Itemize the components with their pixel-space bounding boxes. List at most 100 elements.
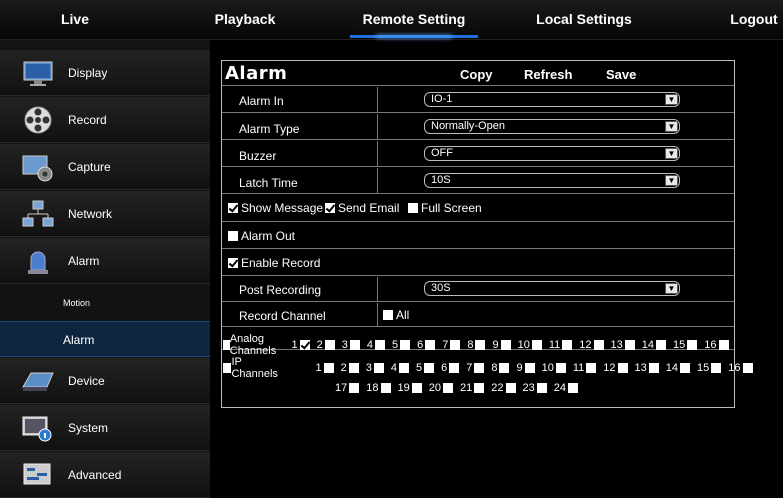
ip-channel-12[interactable]: 12 <box>603 362 628 374</box>
channel-checkbox[interactable] <box>505 383 516 393</box>
channel-checkbox[interactable] <box>373 363 384 373</box>
channel-checkbox[interactable] <box>425 340 436 350</box>
alarm-in-select[interactable]: IO-1 ▼ <box>424 92 680 107</box>
channel-checkbox[interactable] <box>380 383 391 393</box>
analog-channel-1[interactable]: 1 <box>291 339 310 351</box>
buzzer-select[interactable]: OFF ▼ <box>424 146 680 161</box>
channel-checkbox[interactable] <box>450 340 461 350</box>
save-button[interactable]: Save <box>606 67 636 82</box>
nav-playback[interactable]: Playback <box>200 0 290 38</box>
channel-checkbox[interactable] <box>742 363 753 373</box>
sidebar-subitem-motion[interactable]: Motion <box>0 285 210 321</box>
sidebar-item-display[interactable]: Display <box>0 50 210 96</box>
channel-checkbox[interactable] <box>474 363 485 373</box>
ip-channel-20[interactable]: 20 <box>429 382 453 394</box>
analog-channel-11[interactable]: 11 <box>549 339 573 351</box>
ip-channel-16[interactable]: 16 <box>728 362 753 374</box>
ip-channel-23[interactable]: 23 <box>523 382 547 394</box>
ip-channel-24[interactable]: 24 <box>554 382 578 394</box>
channel-checkbox[interactable] <box>680 363 691 373</box>
sidebar-item-system[interactable]: System <box>0 405 210 451</box>
channel-checkbox[interactable] <box>323 363 334 373</box>
channel-checkbox[interactable] <box>536 383 547 393</box>
full-screen-option[interactable]: Full Screen <box>408 201 482 215</box>
channel-checkbox[interactable] <box>648 363 659 373</box>
alarm-out-option[interactable]: Alarm Out <box>228 229 295 243</box>
channel-checkbox[interactable] <box>687 340 698 350</box>
channel-checkbox[interactable] <box>555 363 566 373</box>
channel-checkbox[interactable] <box>718 340 729 350</box>
ip-channel-15[interactable]: 15 <box>697 362 722 374</box>
alarm-out-checkbox[interactable] <box>228 231 238 241</box>
sidebar-subitem-alarm[interactable]: Alarm <box>0 321 210 357</box>
analog-channel-9[interactable]: 9 <box>492 339 511 351</box>
sidebar-item-capture[interactable]: Capture <box>0 144 210 190</box>
alarm-type-select[interactable]: Normally-Open ▼ <box>424 119 680 134</box>
channel-checkbox[interactable] <box>624 340 635 350</box>
analog-channel-8[interactable]: 8 <box>467 339 486 351</box>
sidebar-item-alarm[interactable]: Alarm <box>0 238 210 284</box>
nav-logout[interactable]: Logout <box>725 0 783 38</box>
ip-channel-6[interactable]: 6 <box>441 362 460 374</box>
analog-channel-6[interactable]: 6 <box>417 339 436 351</box>
ip-channel-7[interactable]: 7 <box>466 362 485 374</box>
ip-channel-14[interactable]: 14 <box>666 362 691 374</box>
analog-channel-5[interactable]: 5 <box>392 339 411 351</box>
ip-channel-17[interactable]: 17 <box>335 382 360 394</box>
post-recording-select[interactable]: 30S ▼ <box>424 281 680 296</box>
sidebar-item-network[interactable]: Network <box>0 191 210 237</box>
analog-channel-12[interactable]: 12 <box>579 339 604 351</box>
channel-checkbox[interactable] <box>531 340 542 350</box>
ip-channel-10[interactable]: 10 <box>542 362 566 374</box>
ip-channel-19[interactable]: 19 <box>398 382 422 394</box>
channel-checkbox[interactable] <box>617 363 628 373</box>
ip-channel-4[interactable]: 4 <box>391 362 409 374</box>
ip-channel-22[interactable]: 22 <box>491 382 516 394</box>
show-message-checkbox[interactable] <box>228 203 238 213</box>
ip-channel-21[interactable]: 21 <box>460 382 485 394</box>
channel-checkbox[interactable] <box>474 383 485 393</box>
channel-checkbox[interactable] <box>443 383 453 393</box>
ip-channel-3[interactable]: 3 <box>366 362 384 374</box>
channel-checkbox[interactable] <box>324 340 335 350</box>
copy-button[interactable]: Copy <box>460 67 493 82</box>
channel-checkbox[interactable] <box>524 363 535 373</box>
refresh-button[interactable]: Refresh <box>524 67 572 82</box>
ip-channel-1[interactable]: 1 <box>315 362 334 374</box>
analog-channel-14[interactable]: 14 <box>642 339 667 351</box>
channel-checkbox[interactable] <box>711 363 722 373</box>
analog-channel-4[interactable]: 4 <box>367 339 385 351</box>
channel-checkbox[interactable] <box>398 363 409 373</box>
sidebar-item-device[interactable]: Device <box>0 358 210 404</box>
channel-checkbox[interactable] <box>562 340 573 350</box>
enable-record-checkbox[interactable] <box>228 258 238 268</box>
channel-checkbox[interactable] <box>349 340 360 350</box>
analog-channels-all-checkbox[interactable] <box>223 340 230 350</box>
channel-checkbox[interactable] <box>586 363 597 373</box>
channel-checkbox[interactable] <box>411 383 422 393</box>
show-message-option[interactable]: Show Message <box>228 201 323 215</box>
ip-channel-8[interactable]: 8 <box>491 362 510 374</box>
channel-checkbox[interactable] <box>500 340 511 350</box>
ip-channel-2[interactable]: 2 <box>341 362 359 374</box>
channel-checkbox[interactable] <box>400 340 411 350</box>
nav-live[interactable]: Live <box>30 0 120 38</box>
channel-checkbox[interactable] <box>449 363 460 373</box>
ip-channel-9[interactable]: 9 <box>516 362 535 374</box>
record-channel-all-checkbox[interactable] <box>383 310 393 320</box>
channel-checkbox[interactable] <box>568 383 578 393</box>
channel-checkbox[interactable] <box>475 340 486 350</box>
record-channel-all-option[interactable]: All <box>383 308 409 322</box>
analog-channel-3[interactable]: 3 <box>342 339 360 351</box>
channel-checkbox[interactable] <box>299 340 310 350</box>
ip-channel-11[interactable]: 11 <box>573 362 597 374</box>
channel-checkbox[interactable] <box>374 340 385 350</box>
analog-channel-13[interactable]: 13 <box>611 339 635 351</box>
analog-channel-2[interactable]: 2 <box>317 339 335 351</box>
ip-channels-all-checkbox[interactable] <box>223 363 232 373</box>
analog-channel-10[interactable]: 10 <box>518 339 542 351</box>
analog-channel-15[interactable]: 15 <box>673 339 698 351</box>
ip-channel-18[interactable]: 18 <box>366 382 391 394</box>
enable-record-option[interactable]: Enable Record <box>228 256 320 270</box>
channel-checkbox[interactable] <box>656 340 667 350</box>
